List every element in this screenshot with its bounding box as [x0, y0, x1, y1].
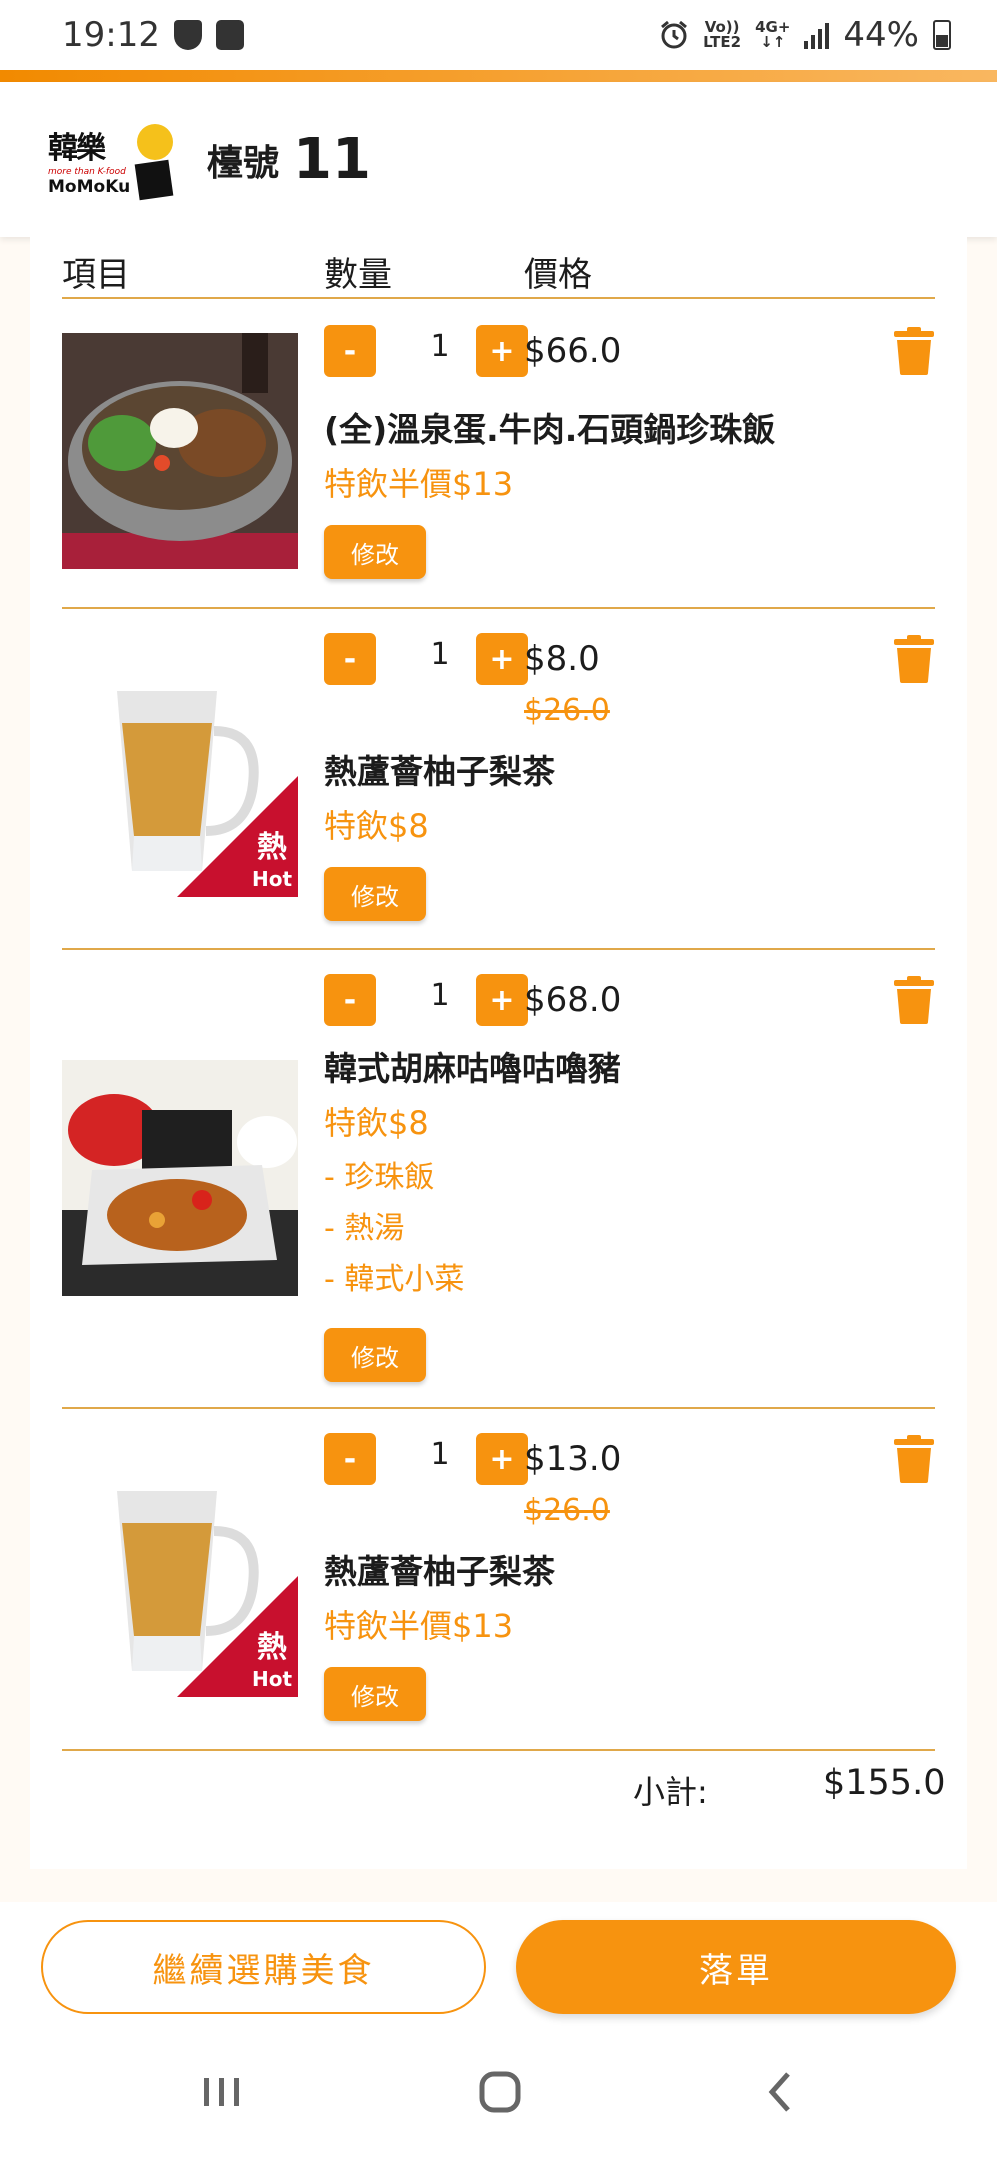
cart-item: - 1 + $66.0 (全)溫泉蛋.牛肉.石頭鍋珍珠飯 特飲半價$13 修改 [62, 299, 935, 609]
tea-glass-image: 熱 Hot [62, 1461, 298, 1697]
alarm-icon [661, 20, 688, 49]
battery-icon [933, 20, 951, 50]
place-order-button[interactable]: 落單 [516, 1920, 956, 2014]
subtotal-label: 小計: [633, 1773, 708, 1811]
item-name: (全)溫泉蛋.牛肉.石頭鍋珍珠飯 [324, 410, 776, 449]
item-side: - 熱湯 [324, 1211, 405, 1246]
trash-icon[interactable] [894, 635, 934, 683]
item-name: 熱蘆薈柚子梨茶 [324, 752, 555, 791]
logo-box-icon [134, 159, 174, 200]
qty-value: 1 [430, 1437, 450, 1472]
home-icon[interactable] [470, 2062, 530, 2122]
badge-hot-en: Hot [252, 867, 292, 891]
status-left: 19:12 [62, 15, 244, 55]
qty-value: 1 [430, 637, 450, 672]
qty-value: 1 [430, 978, 450, 1013]
bottom-action-bar: 繼續選購美食 落單 [0, 1902, 997, 2032]
bibimbap-image [62, 333, 298, 569]
edit-button[interactable]: 修改 [324, 867, 426, 921]
item-promo: 特飲半價$13 [324, 1607, 514, 1645]
system-nav-bar [0, 2032, 997, 2160]
item-promo: 特飲半價$13 [324, 465, 514, 503]
badge-hot-en: Hot [252, 1667, 292, 1691]
continue-shopping-button[interactable]: 繼續選購美食 [41, 1920, 486, 2014]
trash-icon[interactable] [894, 976, 934, 1024]
item-price: $13.0 [524, 1439, 622, 1479]
item-name: 韓式胡麻咕嚕咕嚕豬 [324, 1049, 621, 1088]
app-header: 韓樂 more than K-food MoMoKu 檯號 11 [0, 82, 997, 237]
trash-icon[interactable] [894, 327, 934, 375]
cart-item: 熱 Hot - 1 + $13.0 $26.0 熱蘆薈柚子梨茶 特飲半價$13 … [62, 1409, 935, 1751]
qty-plus-button[interactable]: + [476, 633, 528, 685]
edit-button[interactable]: 修改 [324, 525, 426, 579]
badge-hot-zh: 熱 [257, 830, 287, 865]
item-price: $66.0 [524, 331, 622, 371]
battery-percent: 44% [843, 15, 919, 55]
qty-plus-button[interactable]: + [476, 974, 528, 1026]
qty-plus-button[interactable]: + [476, 325, 528, 377]
item-original-price: $26.0 [524, 693, 610, 728]
cart-column-header: 項目 數量 價格 [62, 237, 935, 299]
item-photo[interactable]: 熱 Hot [62, 661, 298, 897]
item-promo: 特飲$8 [324, 807, 429, 845]
qty-minus-button[interactable]: - [324, 325, 376, 377]
tea-glass-image: 熱 Hot [62, 661, 298, 897]
qty-plus-button[interactable]: + [476, 1433, 528, 1485]
cart-panel: 項目 數量 價格 - 1 + $66.0 (全)溫泉蛋.牛肉.石頭鍋珍珠飯 特飲… [30, 237, 967, 1869]
back-icon[interactable] [752, 2062, 812, 2122]
item-photo[interactable]: 熱 Hot [62, 1461, 298, 1697]
cart-item: 熱 Hot - 1 + $8.0 $26.0 熱蘆薈柚子梨茶 特飲$8 修改 [62, 609, 935, 950]
trash-icon[interactable] [894, 1435, 934, 1483]
network-type: 4G+ ↓↑ [755, 20, 790, 50]
clock-app-icon [215, 20, 244, 50]
qty-minus-button[interactable]: - [324, 974, 376, 1026]
badge-hot-zh: 熱 [257, 1630, 287, 1665]
item-name: 熱蘆薈柚子梨茶 [324, 1552, 555, 1591]
network-indicator: Vo)) LTE2 [703, 20, 741, 50]
column-price: 價格 [524, 255, 592, 295]
lte-label: LTE2 [703, 33, 742, 51]
momoku-logo[interactable]: 韓樂 more than K-food MoMoKu [48, 120, 174, 200]
item-original-price: $26.0 [524, 1493, 610, 1528]
status-time: 19:12 [62, 15, 160, 55]
status-bar: 19:12 Vo)) LTE2 4G+ ↓↑ 44% [0, 0, 997, 70]
item-side: - 韓式小菜 [324, 1262, 465, 1297]
edit-button[interactable]: 修改 [324, 1667, 426, 1721]
pork-set-image [62, 1060, 298, 1296]
column-quantity: 數量 [324, 255, 392, 295]
item-price: $8.0 [524, 639, 600, 679]
signal-icon [804, 21, 830, 49]
shield-icon [173, 20, 202, 50]
column-item: 項目 [62, 255, 130, 295]
item-photo[interactable] [62, 333, 298, 569]
item-side: - 珍珠飯 [324, 1160, 435, 1195]
subtotal-value: $155.0 [823, 1763, 946, 1803]
table-label: 檯號 [207, 142, 280, 184]
item-price: $68.0 [524, 980, 622, 1020]
table-number: 11 [293, 127, 371, 192]
qty-minus-button[interactable]: - [324, 1433, 376, 1485]
cart-item: - 1 + $68.0 韓式胡麻咕嚕咕嚕豬 特飲$8 - 珍珠飯 - 熱湯 - … [62, 950, 935, 1409]
qty-value: 1 [430, 329, 450, 364]
qty-minus-button[interactable]: - [324, 633, 376, 685]
data-arrows-icon: ↓↑ [760, 33, 786, 51]
recent-apps-icon[interactable] [192, 2062, 252, 2122]
edit-button[interactable]: 修改 [324, 1328, 426, 1382]
item-promo: 特飲$8 [324, 1104, 429, 1142]
accent-strip [0, 70, 997, 82]
status-right: Vo)) LTE2 4G+ ↓↑ 44% [659, 15, 951, 55]
item-photo[interactable] [62, 1060, 298, 1296]
bear-mascot-icon [137, 123, 173, 160]
